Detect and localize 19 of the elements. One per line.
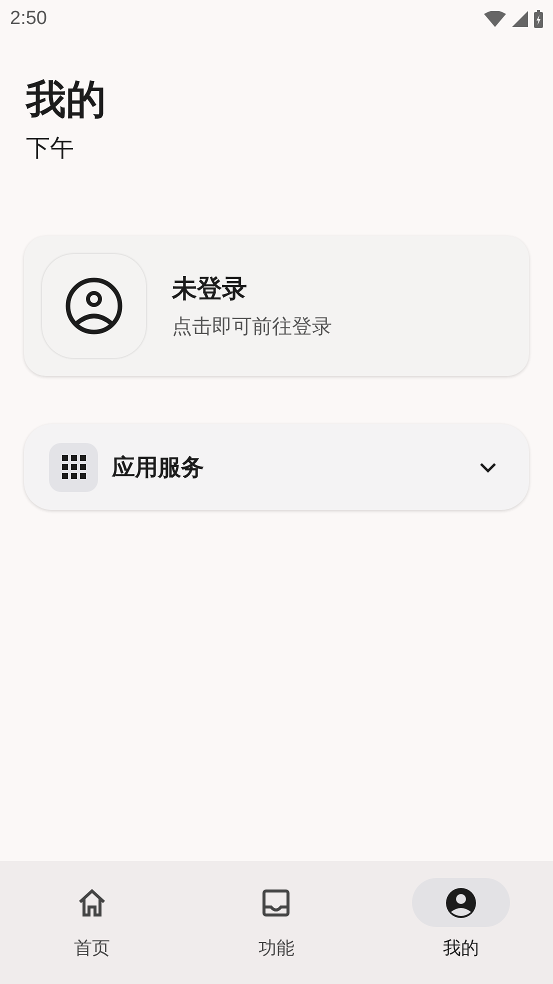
- page-title: 我的: [26, 76, 107, 125]
- home-icon: [77, 888, 108, 916]
- nav-tab[interactable]: 我的: [368, 861, 553, 984]
- grid-icon: [62, 455, 86, 479]
- login-hint: 点击即可前往登录: [172, 313, 332, 340]
- signal-icon: [512, 11, 528, 27]
- account-card[interactable]: 未登录 点击即可前往登录: [24, 236, 529, 376]
- inbox-icon: [262, 888, 290, 916]
- account-name: 未登录: [172, 273, 248, 305]
- nav-tab[interactable]: 首页: [0, 861, 184, 984]
- services-label: 应用服务: [112, 454, 205, 482]
- wifi-icon: [484, 11, 506, 27]
- services-row[interactable]: 应用服务: [24, 424, 529, 510]
- status-time: 2:50: [10, 8, 47, 30]
- profile-icon: [444, 886, 477, 918]
- battery-icon: [534, 10, 543, 28]
- user-icon: [65, 277, 123, 335]
- page-subtitle: 下午: [26, 133, 75, 164]
- nav-tab[interactable]: 功能: [184, 861, 369, 984]
